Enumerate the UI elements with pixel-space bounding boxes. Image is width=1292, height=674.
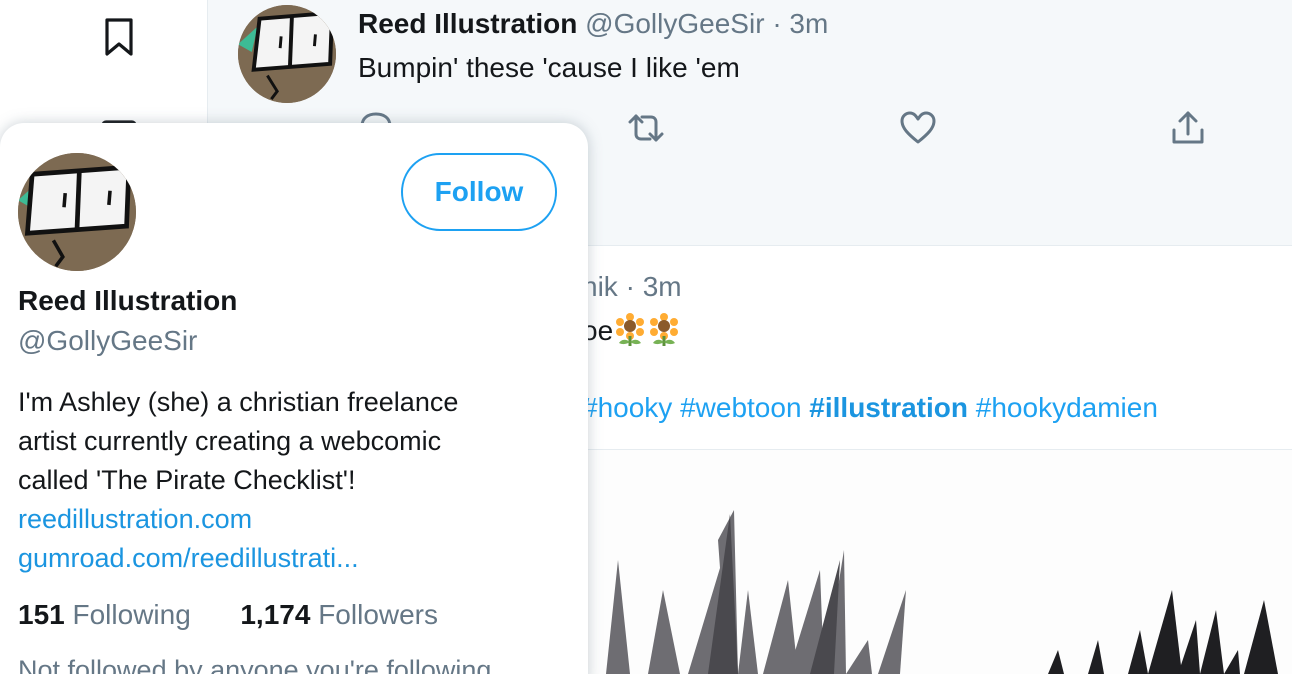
retweet-icon[interactable] (626, 108, 666, 148)
profile-bio: I'm Ashley (she) a christian freelance a… (18, 383, 558, 578)
sunflower-icon (616, 313, 645, 346)
twitter-timeline: Reed Illustration @GollyGeeSir · 3m Bump… (0, 0, 1292, 674)
bookmark-icon[interactable] (98, 16, 140, 58)
followers-stat[interactable]: 1,174 Followers (240, 599, 438, 630)
hashtag-list: #hooky #webtoon #illustration #hookydami… (582, 392, 1158, 424)
website-link[interactable]: reedillustration.com (18, 500, 558, 539)
following-label: Following (72, 599, 191, 630)
separator-dot: · (625, 271, 635, 302)
hashtag-link[interactable]: #webtoon (680, 392, 801, 423)
hashtag-link[interactable]: #hookydamien (976, 392, 1158, 423)
following-count: 151 (18, 599, 65, 630)
author-handle[interactable]: @GollyGeeSir (585, 8, 764, 39)
followers-label: Followers (318, 599, 439, 630)
sunflower-icon (650, 313, 679, 346)
tweet-time[interactable]: 3m (789, 8, 828, 39)
tweet-text: oe (582, 312, 681, 347)
hashtag-link[interactable]: #illustration (809, 392, 968, 423)
profile-handle[interactable]: @GollyGeeSir (18, 325, 197, 357)
author-name[interactable]: Reed Illustration (358, 8, 577, 39)
followed-by-note: Not followed by anyone you're following (18, 655, 492, 674)
follow-button[interactable]: Follow (401, 153, 557, 231)
tweet-text: Bumpin' these 'cause I like 'em (358, 52, 740, 83)
share-icon[interactable] (1168, 108, 1208, 148)
followers-count: 1,174 (240, 599, 311, 630)
profile-hover-card: Follow Reed Illustration @GollyGeeSir I'… (0, 123, 588, 674)
tweet-header: nik · 3m (582, 271, 682, 303)
follow-stats: 151 Following 1,174 Followers (18, 599, 438, 631)
profile-name[interactable]: Reed Illustration (18, 285, 237, 317)
avatar[interactable] (238, 5, 336, 103)
avatar[interactable] (18, 153, 136, 271)
following-stat[interactable]: 151 Following (18, 599, 199, 630)
tweet-time[interactable]: 3m (643, 271, 682, 302)
like-icon[interactable] (898, 108, 938, 148)
gumroad-link[interactable]: gumroad.com/reedillustrati... (18, 539, 558, 578)
bio-line: artist currently creating a webcomic (18, 426, 442, 456)
separator-dot: · (772, 8, 782, 39)
bio-line: called 'The Pirate Checklist'! (18, 465, 356, 495)
bio-line: I'm Ashley (she) a christian freelance (18, 387, 459, 417)
tweet-header: Reed Illustration @GollyGeeSir · 3m (358, 8, 828, 40)
tweet-media-image[interactable] (588, 450, 1292, 674)
hashtag-link[interactable]: #hooky (582, 392, 672, 423)
